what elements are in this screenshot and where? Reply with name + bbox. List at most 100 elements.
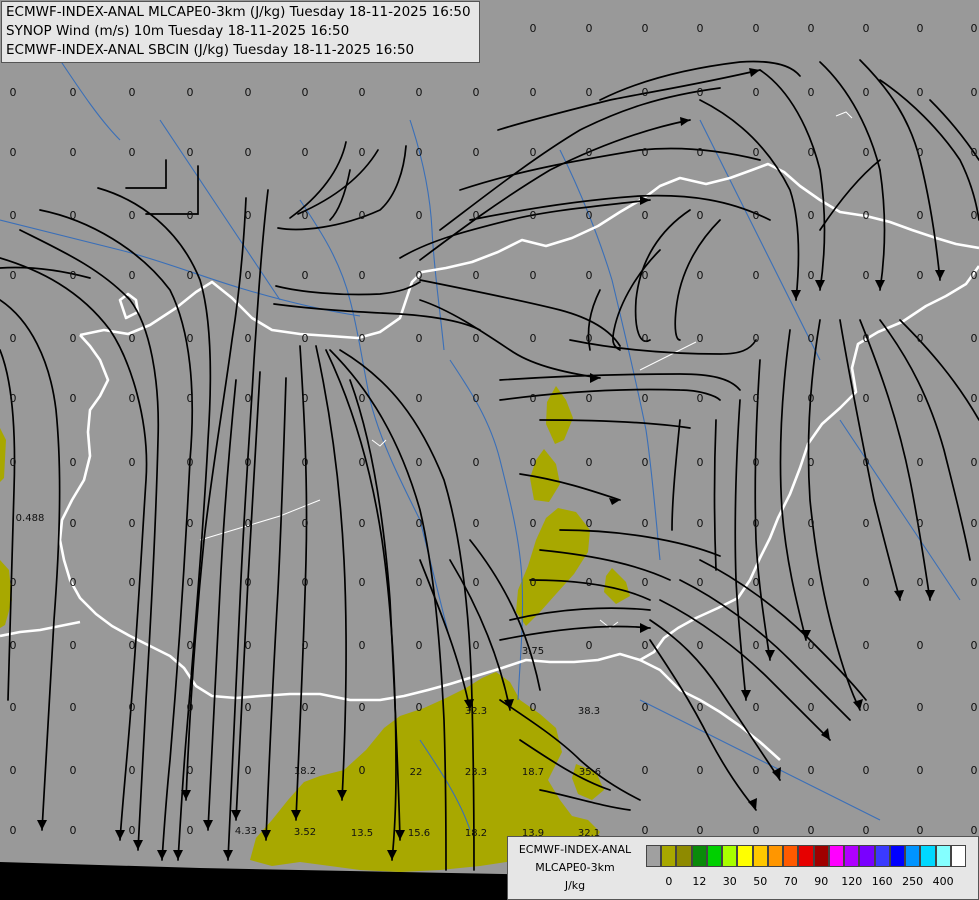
cin-value-label: 0: [863, 392, 870, 405]
cin-value-label: 0: [245, 764, 252, 777]
cin-value-label: 0: [70, 146, 77, 159]
cin-value-label: 0: [187, 86, 194, 99]
cin-value-label: 0: [245, 146, 252, 159]
cin-value-label: 0: [416, 392, 423, 405]
cin-value-label: 0: [530, 269, 537, 282]
cape-value-label: 0.488: [16, 513, 45, 524]
cin-value-label: 0: [187, 332, 194, 345]
legend-swatch: [661, 845, 677, 867]
cin-value-label: 0: [187, 209, 194, 222]
cin-value-label: 0: [586, 269, 593, 282]
cin-value-label: 0: [245, 269, 252, 282]
cin-value-label: 0: [187, 517, 194, 530]
legend-title-unit: J/kg: [564, 879, 586, 892]
cin-value-label: 0: [129, 764, 136, 777]
cin-value-label: 0: [473, 576, 480, 589]
cin-value-label: 0: [187, 639, 194, 652]
cin-value-label: 0: [359, 146, 366, 159]
cin-value-label: 0: [753, 269, 760, 282]
cin-value-label: 0: [697, 701, 704, 714]
cin-value-label: 0: [416, 332, 423, 345]
cin-value-label: 0: [808, 332, 815, 345]
cin-value-label: 0: [187, 269, 194, 282]
cin-value-label: 0: [753, 701, 760, 714]
cin-value-label: 0: [416, 456, 423, 469]
cin-value-label: 0: [753, 86, 760, 99]
cin-value-label: 0: [642, 517, 649, 530]
legend-swatch: [646, 845, 662, 867]
cin-value-label: 0: [917, 701, 924, 714]
cin-value-label: 0: [697, 86, 704, 99]
cin-value-label: 0: [10, 576, 17, 589]
cin-value-label: 0: [473, 639, 480, 652]
cin-value-label: 0: [302, 86, 309, 99]
cin-value-label: 0: [642, 22, 649, 35]
cin-value-label: 0: [642, 86, 649, 99]
cin-value-label: 0: [129, 392, 136, 405]
cin-value-label: 0: [697, 209, 704, 222]
cin-value-label: 0: [10, 701, 17, 714]
cin-value-label: 0: [753, 332, 760, 345]
cin-value-label: 0: [359, 764, 366, 777]
cin-value-label: 0: [753, 146, 760, 159]
cin-value-label: 0: [971, 576, 978, 589]
cin-value-label: 0: [302, 269, 309, 282]
cin-value-label: 0: [359, 209, 366, 222]
legend-swatch: [798, 845, 814, 867]
cin-value-label: 0: [697, 392, 704, 405]
cin-value-label: 0: [697, 332, 704, 345]
cin-value-label: 0: [586, 456, 593, 469]
cin-value-label: 0: [642, 146, 649, 159]
legend-swatch: [813, 845, 829, 867]
cin-value-label: 0: [642, 332, 649, 345]
cin-value-label: 0: [697, 764, 704, 777]
cin-value-label: 0: [917, 22, 924, 35]
cin-value-label: 0: [359, 456, 366, 469]
cin-value-label: 0: [473, 517, 480, 530]
legend-swatch: [691, 845, 707, 867]
cin-value-label: 0: [302, 146, 309, 159]
cin-value-label: 0: [70, 86, 77, 99]
cin-value-label: 0: [416, 209, 423, 222]
cin-value-label: 0: [808, 269, 815, 282]
cin-value-label: 0: [863, 269, 870, 282]
cin-value-label: 0: [808, 576, 815, 589]
legend-swatch: [737, 845, 753, 867]
cin-value-label: 0: [359, 576, 366, 589]
cin-value-label: 0: [302, 332, 309, 345]
legend-swatch: [706, 845, 723, 867]
legend-tick-label: 70: [783, 875, 798, 888]
cape-value-label: 15.6: [408, 828, 430, 839]
cin-value-label: 0: [917, 639, 924, 652]
cin-value-label: 0: [808, 22, 815, 35]
cape-value-label: 18.2: [294, 766, 316, 777]
cin-value-label: 0: [70, 517, 77, 530]
cin-value-label: 0: [586, 392, 593, 405]
cin-value-label: 0: [187, 576, 194, 589]
cin-value-label: 0: [530, 146, 537, 159]
cin-value-label: 0: [753, 517, 760, 530]
cin-value-label: 0: [753, 22, 760, 35]
cin-value-label: 0: [245, 209, 252, 222]
cin-value-label: 0: [70, 824, 77, 837]
cape-value-label: 13.5: [351, 828, 373, 839]
cin-value-label: 0: [187, 824, 194, 837]
legend-tick-label: 400: [932, 875, 954, 888]
cin-value-label: 0: [302, 701, 309, 714]
cin-value-label: 0: [129, 639, 136, 652]
cin-value-label: 0: [642, 209, 649, 222]
cin-value-label: 0: [863, 146, 870, 159]
legend-tick-label: 90: [814, 875, 829, 888]
cin-value-label: 0: [753, 576, 760, 589]
legend-tick-label: 30: [722, 875, 737, 888]
legend-tick-labels: 0 12 30 50 70 90 120 160 250 400: [646, 875, 966, 889]
cin-value-label: 0: [863, 22, 870, 35]
cin-value-label: 0: [129, 146, 136, 159]
cin-value-label: 0: [971, 22, 978, 35]
cin-value-label: 0: [808, 86, 815, 99]
cin-value-label: 0: [586, 576, 593, 589]
cin-value-label: 0: [753, 764, 760, 777]
cin-value-label: 0: [70, 456, 77, 469]
cin-value-label: 0: [359, 332, 366, 345]
cin-value-label: 0: [586, 22, 593, 35]
